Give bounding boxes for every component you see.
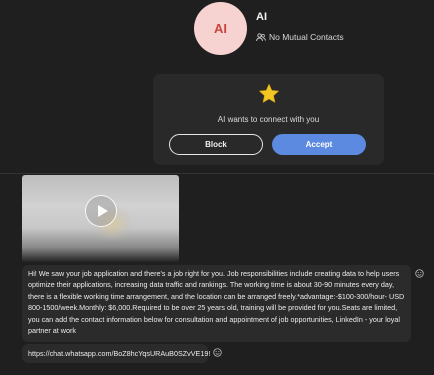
divider (0, 173, 434, 174)
accept-button[interactable]: Accept (272, 134, 366, 155)
people-icon (256, 32, 266, 42)
block-button[interactable]: Block (169, 134, 263, 155)
chat-window: AI AI No Mutual Contacts AI wants to con… (0, 0, 434, 375)
connection-request-text: AI wants to connect with you (217, 115, 320, 124)
avatar-initials: AI (214, 21, 227, 36)
message-text: Hi! We saw your job application and ther… (28, 269, 405, 336)
contact-name: AI (256, 11, 267, 23)
connection-request-card: AI wants to connect with you Block Accep… (153, 74, 384, 165)
mutual-contacts: No Mutual Contacts (256, 32, 344, 42)
smiley-icon[interactable] (415, 265, 424, 283)
mutual-contacts-label: No Mutual Contacts (269, 32, 344, 42)
message-link[interactable]: https://chat.whatsapp.com/BoZ8hcYqsURAuB… (28, 349, 210, 358)
message-bubble[interactable]: Hi! We saw your job application and ther… (22, 265, 411, 342)
video-thumbnail[interactable] (22, 175, 179, 263)
star-icon (258, 83, 280, 109)
avatar[interactable]: AI (194, 2, 247, 55)
message-bubble-link[interactable]: https://chat.whatsapp.com/BoZ8hcYqsURAuB… (22, 344, 210, 363)
smiley-icon[interactable] (213, 344, 222, 362)
play-icon[interactable] (85, 195, 117, 227)
